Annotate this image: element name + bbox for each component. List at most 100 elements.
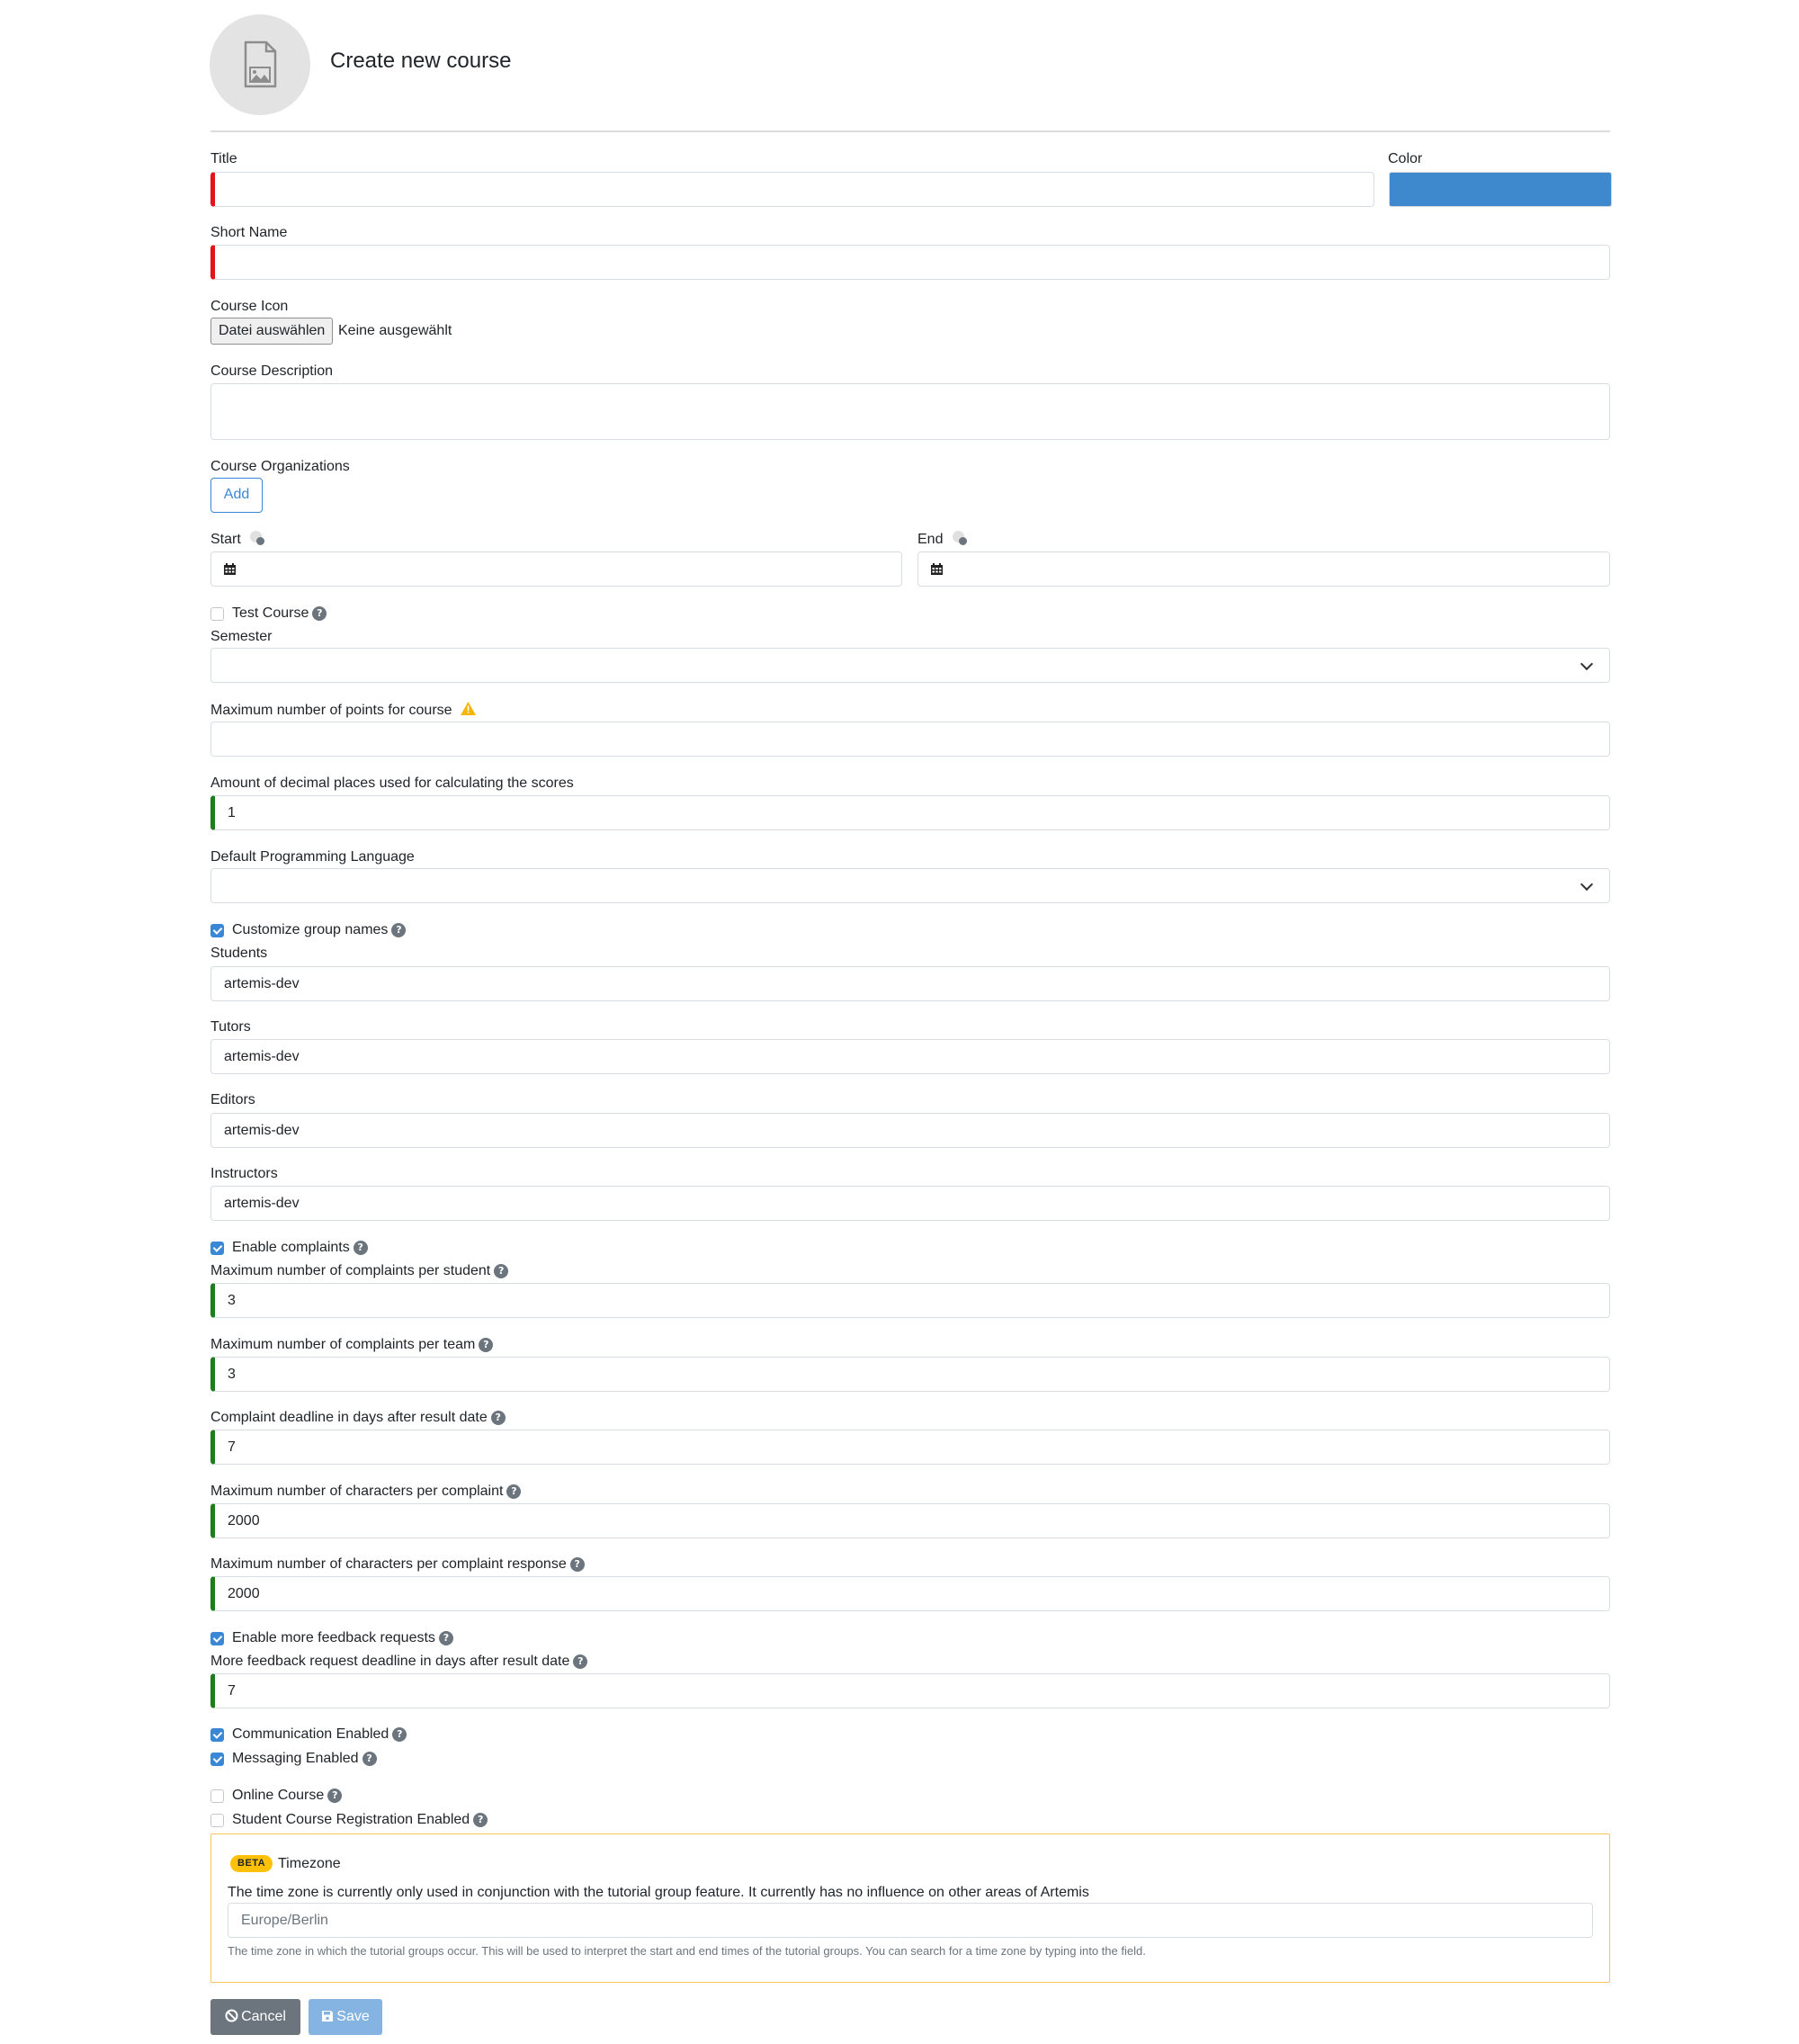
help-icon[interactable]: ? [490, 1411, 506, 1425]
timezone-globe-icon [952, 531, 967, 545]
course-icon-label: Course Icon [210, 299, 289, 314]
students-group-input[interactable]: artemis-dev [210, 966, 1610, 1001]
save-button[interactable]: Save [309, 1999, 382, 2035]
tutors-group-value: artemis-dev [224, 1048, 300, 1064]
description-label: Course Description [210, 363, 334, 379]
decimal-places-value: 1 [228, 804, 236, 820]
messaging-checkbox[interactable] [210, 1753, 224, 1766]
help-icon[interactable]: ? [506, 1484, 522, 1499]
short-name-input[interactable] [210, 245, 1610, 280]
add-organization-button[interactable]: Add [210, 478, 263, 513]
timezone-title: Timezone [278, 1856, 341, 1871]
semester-select[interactable] [210, 648, 1610, 683]
color-label: Color [1388, 151, 1423, 166]
default-language-select[interactable] [210, 868, 1610, 903]
page-title: Create new course [330, 49, 512, 73]
end-label-text: End [917, 532, 944, 547]
save-label: Save [336, 2009, 370, 2024]
customize-groups-label: Customize group names? [232, 921, 407, 939]
timezone-panel: BETA Timezone The time zone is currently… [210, 1833, 1610, 1983]
registration-checkbox[interactable] [210, 1814, 224, 1827]
cancel-button[interactable]: Cancel [210, 1999, 300, 2035]
chars-per-response-label: Maximum number of characters per complai… [210, 1555, 585, 1573]
test-course-checkbox[interactable] [210, 607, 224, 621]
help-icon[interactable]: ? [473, 1813, 488, 1827]
default-language-label: Default Programming Language [210, 849, 415, 865]
enable-feedback-requests-text: Enable more feedback requests [232, 1630, 435, 1645]
communication-text: Communication Enabled [232, 1726, 389, 1742]
help-icon[interactable]: ? [494, 1264, 509, 1278]
max-points-input[interactable] [210, 722, 1610, 757]
help-icon[interactable]: ? [312, 606, 327, 621]
timezone-description: The time zone is currently only used in … [228, 1885, 1089, 1900]
feedback-deadline-text: More feedback request deadline in days a… [210, 1654, 570, 1669]
instructors-label: Instructors [210, 1166, 278, 1181]
chars-per-complaint-input[interactable]: 2000 [210, 1503, 1610, 1538]
chars-per-complaint-text: Maximum number of characters per complai… [210, 1484, 504, 1499]
complaints-per-student-input[interactable]: 3 [210, 1283, 1610, 1318]
help-icon[interactable]: ? [479, 1338, 494, 1352]
choose-file-button[interactable]: Datei auswählen [210, 318, 334, 345]
decimal-places-input[interactable]: 1 [210, 795, 1610, 830]
help-icon[interactable]: ? [438, 1631, 453, 1645]
short-name-label: Short Name [210, 225, 288, 240]
timezone-input[interactable]: Europe/Berlin [228, 1903, 1593, 1938]
description-textarea[interactable] [210, 383, 1610, 440]
chevron-down-icon [1580, 877, 1594, 892]
help-icon[interactable]: ? [573, 1654, 588, 1669]
header-divider [210, 130, 1610, 132]
calendar-icon [931, 563, 943, 575]
students-label: Students [210, 946, 268, 961]
feedback-deadline-input[interactable]: 7 [210, 1673, 1610, 1708]
title-input[interactable] [210, 172, 1374, 207]
editors-group-input[interactable]: artemis-dev [210, 1113, 1610, 1148]
help-icon[interactable]: ? [353, 1241, 368, 1255]
communication-checkbox[interactable] [210, 1728, 224, 1742]
online-course-label: Online Course? [232, 1787, 343, 1805]
complaint-deadline-label: Complaint deadline in days after result … [210, 1409, 506, 1427]
complaint-deadline-text: Complaint deadline in days after result … [210, 1410, 488, 1425]
start-label-text: Start [210, 532, 241, 547]
complaints-per-team-text: Maximum number of complaints per team [210, 1337, 476, 1352]
start-date-input[interactable] [210, 551, 902, 587]
tutors-group-input[interactable]: artemis-dev [210, 1039, 1610, 1074]
organizations-label: Course Organizations [210, 459, 350, 474]
enable-feedback-requests-checkbox[interactable] [210, 1632, 224, 1645]
help-icon[interactable]: ? [392, 1727, 407, 1742]
complaint-deadline-value: 7 [228, 1439, 236, 1455]
decimal-places-label: Amount of decimal places used for calcul… [210, 775, 574, 791]
help-icon[interactable]: ? [327, 1788, 343, 1803]
color-picker[interactable] [1389, 172, 1612, 207]
save-icon [322, 2011, 334, 2022]
chevron-down-icon [1580, 657, 1594, 671]
complaints-per-team-value: 3 [228, 1366, 236, 1382]
warning-icon [461, 702, 476, 715]
complaints-per-student-label: Maximum number of complaints per student… [210, 1262, 509, 1280]
complaint-deadline-input[interactable]: 7 [210, 1430, 1610, 1465]
customize-groups-checkbox[interactable] [210, 924, 224, 937]
feedback-deadline-value: 7 [228, 1682, 236, 1699]
communication-label: Communication Enabled? [232, 1726, 407, 1744]
timezone-value: Europe/Berlin [241, 1912, 328, 1928]
chars-per-response-input[interactable]: 2000 [210, 1576, 1610, 1611]
complaints-per-student-text: Maximum number of complaints per student [210, 1263, 491, 1278]
enable-complaints-checkbox[interactable] [210, 1242, 224, 1255]
complaints-per-student-value: 3 [228, 1292, 236, 1308]
test-course-label: Test Course? [232, 605, 327, 623]
start-label: Start [210, 531, 265, 549]
instructors-group-input[interactable]: artemis-dev [210, 1186, 1610, 1221]
help-icon[interactable]: ? [362, 1752, 377, 1766]
editors-label: Editors [210, 1092, 255, 1107]
beta-badge: BETA [230, 1855, 273, 1872]
complaints-per-team-input[interactable]: 3 [210, 1357, 1610, 1392]
online-course-checkbox[interactable] [210, 1789, 224, 1803]
end-date-input[interactable] [917, 551, 1610, 587]
help-icon[interactable]: ? [569, 1557, 585, 1572]
help-icon[interactable]: ? [391, 923, 407, 937]
timezone-globe-icon [250, 531, 265, 545]
instructors-group-value: artemis-dev [224, 1195, 300, 1211]
messaging-text: Messaging Enabled [232, 1751, 359, 1766]
enable-complaints-label: Enable complaints? [232, 1239, 368, 1257]
complaints-per-team-label: Maximum number of complaints per team? [210, 1336, 494, 1354]
ban-icon [225, 2009, 238, 2022]
